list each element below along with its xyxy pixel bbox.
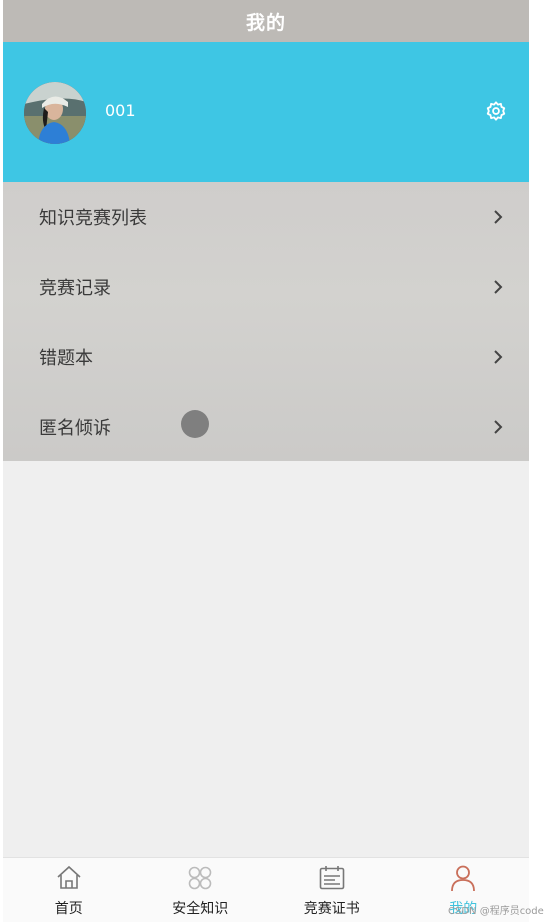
grid-icon — [188, 866, 212, 890]
chevron-right-icon — [494, 420, 503, 434]
tab-home[interactable]: 首页 — [3, 858, 135, 922]
profile-header: 001 — [3, 42, 529, 182]
page-title: 我的 — [3, 0, 529, 42]
menu-item-label: 竞赛记录 — [39, 278, 111, 299]
right-gutter — [529, 0, 550, 922]
menu-item-competition-records[interactable]: 竞赛记录 — [3, 252, 529, 322]
tab-label: 安全知识 — [172, 901, 229, 917]
chevron-right-icon — [494, 210, 503, 224]
avatar[interactable] — [24, 82, 86, 144]
avatar-photo — [24, 82, 86, 144]
chevron-right-icon — [494, 280, 503, 294]
chevron-right-icon — [494, 350, 503, 364]
gear-icon[interactable] — [485, 100, 507, 122]
username: 001 — [105, 101, 136, 120]
phone-screen: 我的 001 知识竞赛列表 竞赛记录 错题本 匿名倾诉 首页 安全知识 竞赛证书… — [3, 0, 529, 922]
watermark: CSDN @程序员code — [448, 906, 544, 917]
menu-item-label: 错题本 — [39, 348, 93, 369]
menu-list: 知识竞赛列表 竞赛记录 错题本 匿名倾诉 — [3, 182, 529, 461]
menu-item-wrong-questions[interactable]: 错题本 — [3, 322, 529, 392]
home-icon — [57, 865, 81, 889]
tab-safety-knowledge[interactable]: 安全知识 — [135, 858, 267, 922]
menu-item-label: 知识竞赛列表 — [39, 208, 147, 229]
menu-item-anonymous-confide[interactable]: 匿名倾诉 — [3, 392, 529, 462]
tab-label: 竞赛证书 — [303, 901, 360, 917]
touch-indicator — [181, 410, 209, 438]
menu-item-competition-list[interactable]: 知识竞赛列表 — [3, 182, 529, 252]
certificate-icon — [319, 866, 345, 890]
menu-item-label: 匿名倾诉 — [39, 418, 111, 439]
tab-label: 首页 — [54, 901, 83, 917]
user-icon — [451, 865, 476, 892]
tab-competition-certificate[interactable]: 竞赛证书 — [266, 858, 398, 922]
